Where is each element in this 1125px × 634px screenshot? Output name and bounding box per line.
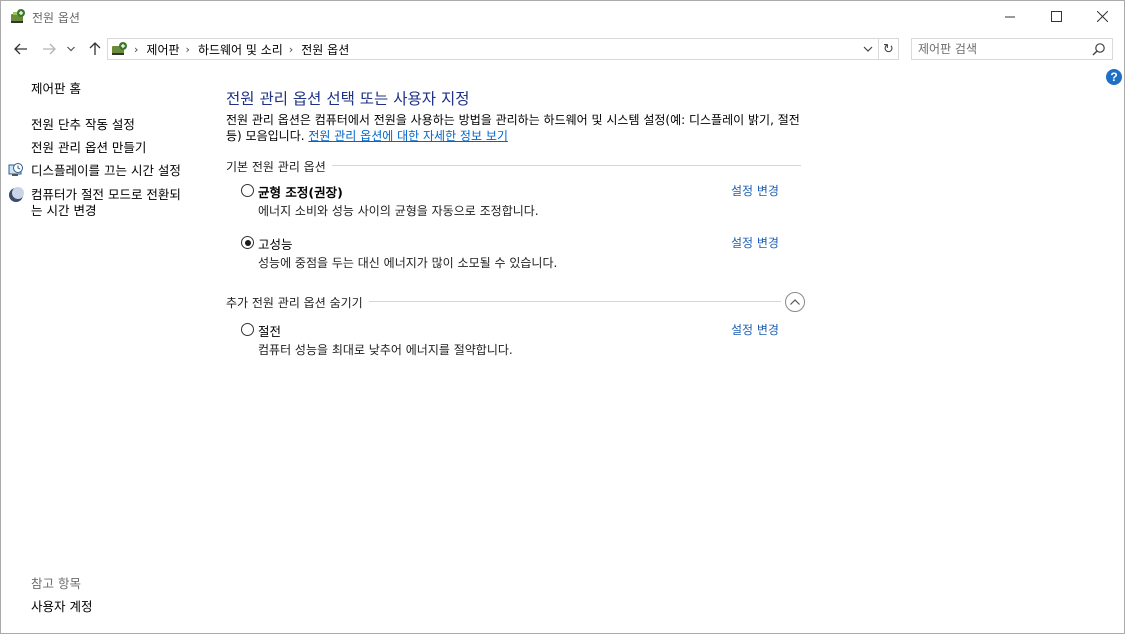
collapse-button[interactable]	[785, 292, 805, 312]
high-performance-radio[interactable]	[241, 236, 254, 249]
breadcrumb-separator-icon[interactable]: ›	[134, 43, 138, 56]
maximize-button[interactable]	[1033, 1, 1079, 32]
search-input[interactable]	[918, 41, 1083, 57]
back-button[interactable]	[11, 38, 31, 60]
title-bar: 전원 옵션	[1, 1, 1124, 32]
breadcrumb-separator-icon[interactable]: ›	[289, 43, 293, 56]
forward-button[interactable]	[39, 38, 59, 60]
close-icon	[1096, 11, 1108, 22]
balanced-radio[interactable]	[241, 184, 254, 197]
balanced-change-settings-link[interactable]: 설정 변경	[731, 182, 779, 199]
sleep-moon-icon	[9, 187, 24, 202]
hide-additional-plans-header[interactable]: 추가 전원 관리 옵션 숨기기	[226, 294, 369, 311]
up-arrow-icon	[89, 42, 101, 55]
control-panel-icon	[112, 42, 127, 55]
back-arrow-icon	[14, 43, 27, 55]
refresh-button[interactable]: ↻	[879, 38, 899, 60]
sidebar-power-button-settings[interactable]: 전원 단추 작동 설정	[31, 116, 135, 133]
power-saver-plan-name[interactable]: 절전	[258, 321, 281, 340]
display-clock-icon	[8, 163, 23, 176]
sidebar-create-power-plan[interactable]: 전원 관리 옵션 만들기	[31, 139, 146, 156]
refresh-icon: ↻	[883, 41, 894, 57]
power-options-icon	[11, 9, 25, 23]
high-performance-plan-desc: 성능에 중점을 두는 대신 에너지가 많이 소모될 수 있습니다.	[258, 256, 558, 270]
search-icon[interactable]	[1092, 42, 1106, 56]
breadcrumb: › 제어판 › 하드웨어 및 소리 › 전원 옵션	[132, 41, 349, 58]
address-bar[interactable]: › 제어판 › 하드웨어 및 소리 › 전원 옵션	[107, 38, 879, 60]
sidebar-sleep-time-line2[interactable]: 는 시간 변경	[31, 202, 96, 219]
balanced-plan-name[interactable]: 균형 조정(권장)	[258, 182, 343, 201]
more-info-link[interactable]: 전원 관리 옵션에 대한 자세한 정보 보기	[308, 129, 508, 143]
sidebar-user-accounts[interactable]: 사용자 계정	[31, 598, 92, 615]
preferred-plans-header: 기본 전원 관리 옵션	[226, 158, 332, 175]
balanced-plan-desc: 에너지 소비와 성능 사이의 균형을 자동으로 조정합니다.	[258, 204, 539, 218]
high-performance-change-settings-link[interactable]: 설정 변경	[731, 234, 779, 251]
minimize-icon	[1004, 16, 1015, 18]
minimize-button[interactable]	[987, 1, 1033, 32]
power-saver-radio[interactable]	[241, 323, 254, 336]
power-saver-change-settings-link[interactable]: 설정 변경	[731, 321, 779, 338]
help-icon: ?	[1110, 70, 1118, 84]
page-title: 전원 관리 옵션 선택 또는 사용자 지정	[226, 90, 470, 108]
power-saver-plan-desc: 컴퓨터 성능을 최대로 낮추어 에너지를 절약합니다.	[258, 343, 513, 357]
sidebar-sleep-time-line1[interactable]: 컴퓨터가 절전 모드로 전환되	[31, 186, 181, 203]
page-description: 전원 관리 옵션은 컴퓨터에서 전원을 사용하는 방법을 관리하는 하드웨어 및…	[226, 112, 806, 144]
chevron-down-icon	[67, 46, 75, 52]
search-box[interactable]	[911, 38, 1113, 60]
window-title: 전원 옵션	[32, 11, 80, 25]
maximize-icon	[1050, 11, 1062, 22]
close-button[interactable]	[1079, 1, 1125, 32]
address-history-chevron-icon[interactable]	[862, 43, 874, 55]
high-performance-plan-name[interactable]: 고성능	[258, 234, 293, 253]
sidebar-control-panel-home[interactable]: 제어판 홈	[31, 80, 81, 97]
breadcrumb-control-panel[interactable]: 제어판	[146, 41, 179, 58]
power-options-window: 전원 옵션 › 제어판 › 하드웨어 및 소리 › 전원 옵션 ↻ 제어판 검색…	[0, 0, 1125, 634]
up-button[interactable]	[85, 38, 105, 60]
help-button[interactable]: ?	[1106, 69, 1122, 85]
breadcrumb-power-options[interactable]: 전원 옵션	[301, 41, 349, 58]
breadcrumb-separator-icon[interactable]: ›	[186, 43, 190, 56]
recent-locations-button[interactable]	[64, 38, 78, 60]
see-also-header: 참고 항목	[31, 576, 81, 591]
forward-arrow-icon	[43, 43, 56, 55]
sidebar-display-off-time[interactable]: 디스플레이를 끄는 시간 설정	[31, 162, 181, 179]
breadcrumb-hardware-sound[interactable]: 하드웨어 및 소리	[198, 41, 283, 58]
chevron-up-icon	[790, 299, 800, 305]
